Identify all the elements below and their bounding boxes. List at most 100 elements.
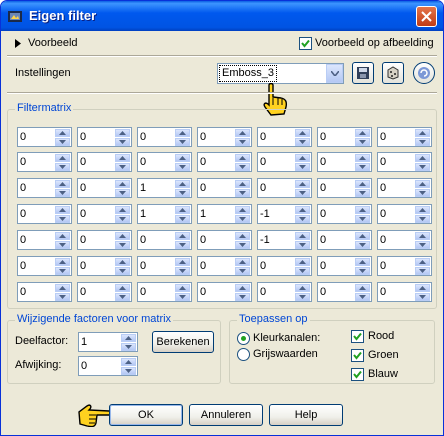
matrix-cell[interactable]: 0 [257, 178, 312, 198]
ok-button[interactable]: OK [109, 404, 183, 426]
spin-down-icon[interactable] [235, 267, 250, 275]
spin-down-icon[interactable] [55, 293, 70, 301]
matrix-cell[interactable]: 0 [17, 204, 72, 224]
matrix-cell[interactable]: 0 [317, 282, 372, 302]
matrix-cell[interactable]: 0 [137, 127, 192, 147]
spin-down-icon[interactable] [355, 138, 370, 146]
spin-up-icon[interactable] [115, 206, 130, 214]
spin-up-icon[interactable] [115, 129, 130, 137]
spin-down-icon[interactable] [355, 267, 370, 275]
preview-toggle-label[interactable]: Voorbeeld [28, 37, 78, 49]
spin-up-icon[interactable] [115, 180, 130, 188]
compute-button[interactable]: Berekenen [152, 331, 214, 353]
matrix-cell[interactable]: 0 [137, 230, 192, 250]
matrix-cell[interactable]: 0 [257, 282, 312, 302]
spin-down-icon[interactable] [175, 215, 190, 223]
spin-up-icon[interactable] [295, 180, 310, 188]
spin-down-icon[interactable] [121, 367, 136, 375]
matrix-cell[interactable]: 0 [137, 256, 192, 276]
matrix-cell[interactable]: 1 [137, 178, 192, 198]
spin-up-icon[interactable] [115, 232, 130, 240]
cancel-button[interactable]: Annuleren [189, 404, 263, 426]
spin-down-icon[interactable] [175, 267, 190, 275]
spin-down-icon[interactable] [415, 163, 430, 171]
spin-down-icon[interactable] [115, 163, 130, 171]
spin-down-icon[interactable] [235, 189, 250, 197]
spin-up-icon[interactable] [235, 258, 250, 266]
close-button[interactable] [416, 6, 437, 27]
spin-up-icon[interactable] [115, 154, 130, 162]
spin-down-icon[interactable] [355, 241, 370, 249]
color-channels-radio[interactable] [237, 332, 250, 345]
chevron-down-icon[interactable] [326, 64, 343, 83]
spin-up-icon[interactable] [55, 154, 70, 162]
spin-up-icon[interactable] [415, 154, 430, 162]
spin-down-icon[interactable] [415, 189, 430, 197]
matrix-cell[interactable]: 0 [77, 178, 132, 198]
matrix-cell[interactable]: 1 [137, 204, 192, 224]
matrix-cell[interactable]: 1 [197, 204, 252, 224]
matrix-cell[interactable]: 0 [317, 204, 372, 224]
spin-up-icon[interactable] [175, 154, 190, 162]
spin-down-icon[interactable] [295, 138, 310, 146]
matrix-cell[interactable]: 0 [17, 152, 72, 172]
spin-down-icon[interactable] [415, 241, 430, 249]
red-channel-checkbox[interactable] [351, 330, 364, 343]
spin-up-icon[interactable] [175, 258, 190, 266]
spin-up-icon[interactable] [295, 258, 310, 266]
spin-down-icon[interactable] [175, 189, 190, 197]
matrix-cell[interactable]: 0 [77, 256, 132, 276]
spin-up-icon[interactable] [355, 154, 370, 162]
spin-down-icon[interactable] [55, 138, 70, 146]
spin-up-icon[interactable] [415, 258, 430, 266]
spin-up-icon[interactable] [355, 258, 370, 266]
spin-down-icon[interactable] [295, 215, 310, 223]
matrix-cell[interactable]: 0 [377, 256, 432, 276]
spin-up-icon[interactable] [175, 284, 190, 292]
matrix-cell[interactable]: 0 [77, 230, 132, 250]
spin-down-icon[interactable] [115, 267, 130, 275]
matrix-cell[interactable]: 0 [377, 127, 432, 147]
spin-down-icon[interactable] [415, 138, 430, 146]
matrix-cell[interactable]: 0 [317, 152, 372, 172]
spin-down-icon[interactable] [175, 293, 190, 301]
matrix-cell[interactable]: 0 [377, 178, 432, 198]
spin-down-icon[interactable] [415, 215, 430, 223]
spin-up-icon[interactable] [55, 129, 70, 137]
matrix-cell[interactable]: 0 [317, 256, 372, 276]
save-preset-button[interactable] [352, 62, 374, 84]
spin-down-icon[interactable] [121, 343, 136, 351]
matrix-cell[interactable]: -1 [257, 230, 312, 250]
matrix-cell[interactable]: 0 [17, 178, 72, 198]
reset-button[interactable] [413, 62, 435, 84]
spin-up-icon[interactable] [415, 232, 430, 240]
grayscale-radio[interactable] [237, 348, 250, 361]
green-channel-checkbox[interactable] [351, 349, 364, 362]
spin-up-icon[interactable] [175, 129, 190, 137]
spin-up-icon[interactable] [55, 284, 70, 292]
matrix-cell[interactable]: 0 [377, 230, 432, 250]
spin-down-icon[interactable] [115, 241, 130, 249]
spin-up-icon[interactable] [121, 334, 136, 342]
spin-up-icon[interactable] [235, 129, 250, 137]
spin-down-icon[interactable] [115, 138, 130, 146]
spin-up-icon[interactable] [355, 284, 370, 292]
matrix-cell[interactable]: 0 [17, 127, 72, 147]
spin-up-icon[interactable] [295, 284, 310, 292]
matrix-cell[interactable]: 0 [137, 152, 192, 172]
spin-down-icon[interactable] [235, 163, 250, 171]
spin-down-icon[interactable] [355, 293, 370, 301]
spin-up-icon[interactable] [295, 206, 310, 214]
title-bar[interactable]: Eigen filter [1, 1, 443, 31]
preview-checkbox[interactable] [299, 37, 312, 50]
spin-down-icon[interactable] [55, 215, 70, 223]
spin-up-icon[interactable] [415, 206, 430, 214]
spin-up-icon[interactable] [295, 232, 310, 240]
matrix-cell[interactable]: 0 [257, 127, 312, 147]
spin-up-icon[interactable] [55, 180, 70, 188]
matrix-cell[interactable]: 0 [197, 256, 252, 276]
spin-up-icon[interactable] [355, 232, 370, 240]
triangle-right-icon[interactable] [15, 39, 21, 51]
spin-down-icon[interactable] [295, 293, 310, 301]
spin-down-icon[interactable] [355, 215, 370, 223]
